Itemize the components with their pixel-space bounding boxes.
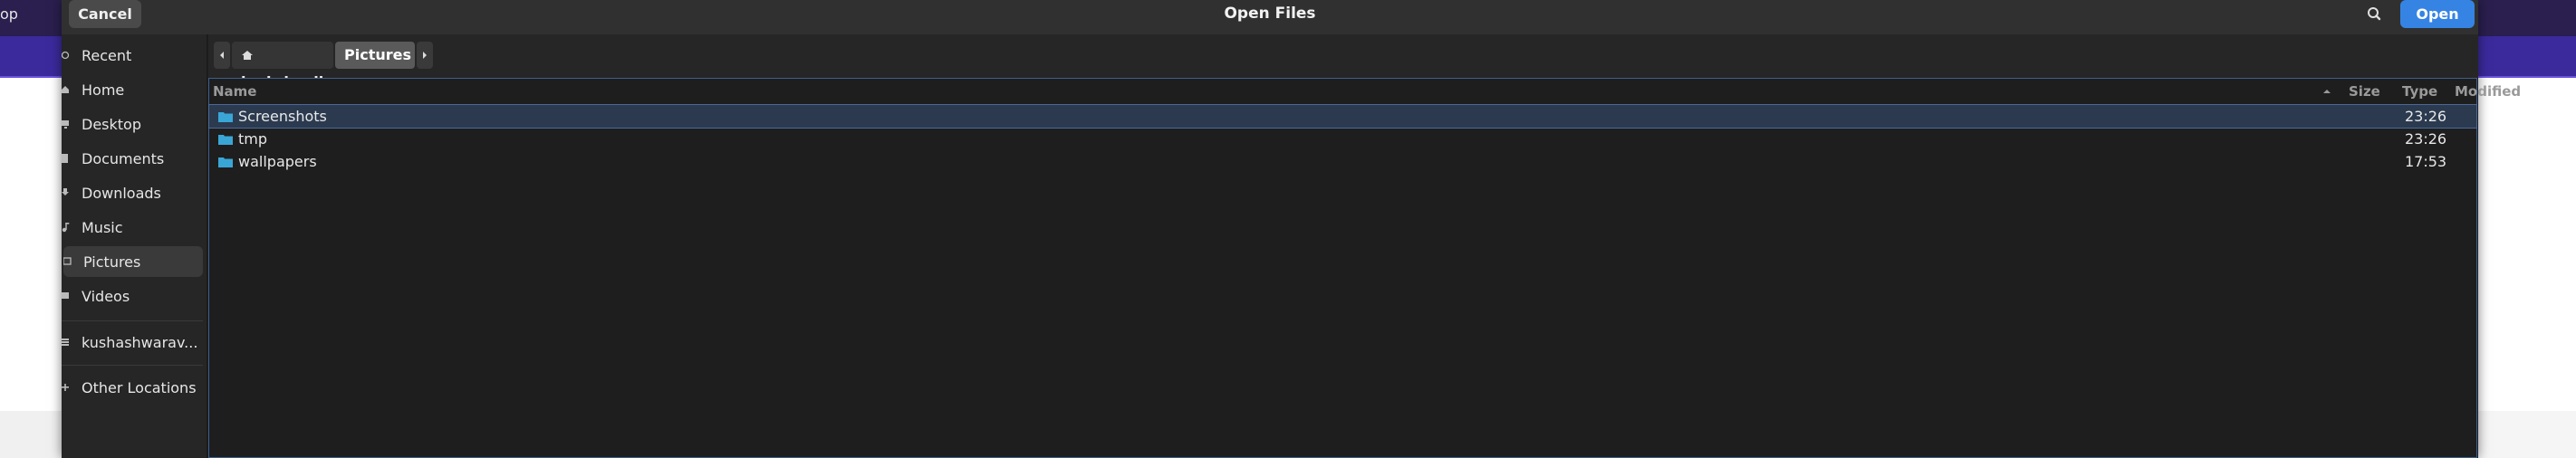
sidebar-item-documents[interactable]: Documents [62, 143, 203, 174]
sidebar-item-label: Desktop [82, 115, 141, 133]
file-name: tmp [238, 130, 268, 148]
open-files-dialog: Cancel Open Files Open Recent Home Deskt… [62, 0, 2521, 458]
column-header-size[interactable]: Size [2349, 79, 2380, 104]
cancel-button[interactable]: Cancel [69, 0, 141, 28]
dialog-title: Open Files [1224, 5, 1316, 23]
background-footer-right [2478, 411, 2576, 458]
path-bar: krshrimali Pictures [208, 34, 2478, 91]
music-icon [62, 223, 70, 233]
sidebar-item-label: Downloads [82, 184, 161, 202]
sidebar-item-label: kushashwarav... [82, 333, 198, 351]
sidebar-item-pictures[interactable]: Pictures [63, 246, 203, 277]
file-name: wallpapers [238, 153, 317, 170]
folder-icon [218, 157, 233, 167]
chevron-left-icon [220, 52, 224, 59]
sidebar-item-label: Documents [82, 149, 165, 167]
folder-icon [218, 111, 233, 122]
sidebar-item-drive[interactable]: kushashwarav... [62, 327, 203, 358]
sidebar-item-recent[interactable]: Recent [62, 40, 203, 71]
sidebar-item-home[interactable]: Home [62, 74, 203, 105]
places-sidebar: Recent Home Desktop Documents Downloads … [62, 34, 207, 458]
column-header-type[interactable]: Type [2402, 79, 2437, 104]
header-bar: Cancel Open Files Open [62, 0, 2478, 34]
path-back-button[interactable] [214, 42, 230, 69]
sidebar-item-label: Music [82, 218, 123, 236]
download-icon [62, 188, 69, 196]
home-icon [62, 86, 69, 93]
sidebar-item-music[interactable]: Music [62, 212, 203, 243]
drive-icon [62, 339, 69, 346]
sort-ascending-icon [2323, 90, 2331, 93]
sidebar-item-label: Pictures [83, 253, 141, 271]
background-text: op [0, 5, 18, 23]
home-icon [242, 51, 253, 60]
desktop-icon [62, 120, 69, 129]
plus-icon [62, 384, 69, 391]
search-icon [2368, 7, 2381, 21]
file-list: Name Size Type Modified Screenshots 23:2… [208, 78, 2521, 458]
document-icon [62, 154, 68, 163]
folder-icon [218, 134, 233, 145]
breadcrumb-pictures[interactable]: Pictures [335, 42, 415, 69]
table-row[interactable]: Screenshots 23:26 [208, 104, 2477, 129]
sidebar-item-downloads[interactable]: Downloads [62, 177, 203, 208]
path-forward-button[interactable] [417, 42, 433, 69]
file-modified: 23:26 [2405, 130, 2447, 148]
sidebar-item-label: Other Locations [82, 378, 197, 396]
file-modified: 17:53 [2405, 153, 2447, 170]
file-modified: 23:26 [2405, 108, 2447, 125]
sidebar-separator [62, 365, 203, 366]
picture-icon [63, 257, 72, 265]
open-button[interactable]: Open [2400, 0, 2475, 28]
clock-icon [62, 51, 70, 60]
sidebar-separator [62, 320, 203, 321]
sidebar-item-label: Videos [82, 287, 130, 305]
search-button[interactable] [2359, 0, 2391, 28]
file-name: Screenshots [238, 108, 327, 125]
sidebar-item-desktop[interactable]: Desktop [62, 109, 203, 139]
column-header-modified[interactable]: Modified [2455, 79, 2521, 104]
table-row[interactable]: wallpapers 17:53 [209, 150, 2476, 173]
file-browser-main: krshrimali Pictures Name Size Type Modif… [208, 34, 2521, 458]
column-header-name[interactable]: Name [213, 79, 256, 104]
breadcrumb-home[interactable]: krshrimali [232, 42, 333, 91]
sidebar-item-label: Recent [82, 46, 132, 64]
chevron-right-icon [423, 52, 427, 59]
sidebar-item-other-locations[interactable]: Other Locations [62, 372, 203, 403]
video-icon [62, 292, 69, 299]
sidebar-item-label: Home [82, 81, 125, 99]
sidebar-item-videos[interactable]: Videos [62, 281, 203, 311]
table-row[interactable]: tmp 23:26 [209, 128, 2476, 150]
